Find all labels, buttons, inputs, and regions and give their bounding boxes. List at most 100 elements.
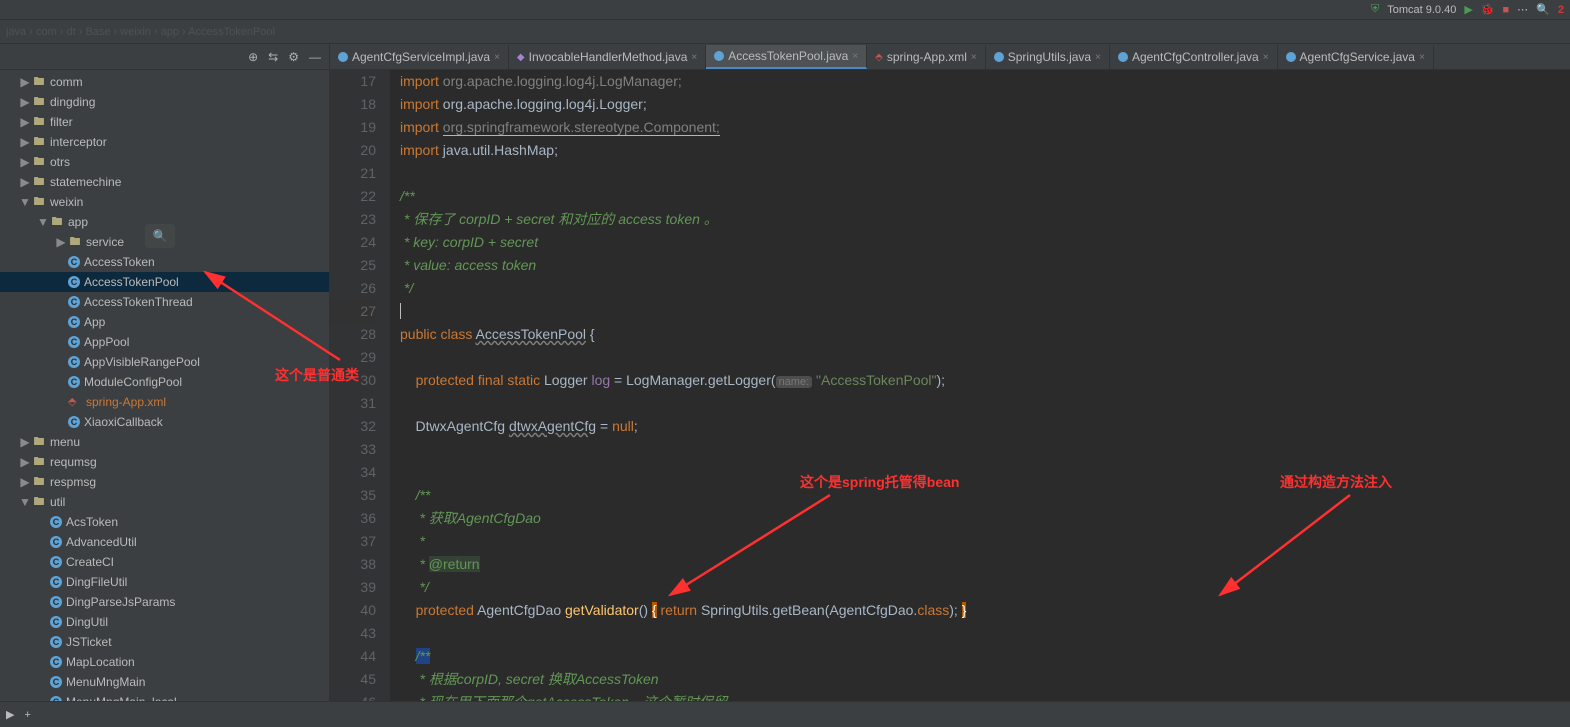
tree-item-filter[interactable]: ▶🖿filter bbox=[0, 112, 329, 132]
tab-agentcfgservice-java[interactable]: AgentCfgService.java× bbox=[1278, 45, 1434, 69]
code-line[interactable] bbox=[400, 346, 1570, 369]
tree-arrow-icon[interactable]: ▶ bbox=[18, 135, 32, 149]
run-icon[interactable]: ▶ bbox=[1464, 3, 1472, 16]
code-line[interactable]: */ bbox=[400, 277, 1570, 300]
tree-item-appvisiblerangepool[interactable]: CAppVisibleRangePool bbox=[0, 352, 329, 372]
tab-spring-app-xml[interactable]: ⬘spring-App.xml× bbox=[867, 45, 986, 69]
tree-item-accesstokenpool[interactable]: CAccessTokenPool bbox=[0, 272, 329, 292]
code-line[interactable] bbox=[400, 622, 1570, 645]
close-icon[interactable]: × bbox=[1095, 52, 1101, 63]
tree-item-menumngmain[interactable]: CMenuMngMain bbox=[0, 672, 329, 692]
tree-item-moduleconfigpool[interactable]: CModuleConfigPool bbox=[0, 372, 329, 392]
tab-accesstokenpool-java[interactable]: AccessTokenPool.java× bbox=[706, 45, 867, 69]
tree-item-util[interactable]: ▼🖿util bbox=[0, 492, 329, 512]
tree-item-comm[interactable]: ▶🖿comm bbox=[0, 72, 329, 92]
code-area[interactable]: import org.apache.logging.log4j.LogManag… bbox=[390, 70, 1570, 701]
code-line[interactable] bbox=[400, 162, 1570, 185]
code-line[interactable]: /** bbox=[400, 645, 1570, 668]
close-icon[interactable]: × bbox=[971, 52, 977, 63]
tab-agentcfgserviceimpl-java[interactable]: AgentCfgServiceImpl.java× bbox=[330, 45, 509, 69]
code-line[interactable]: * bbox=[400, 530, 1570, 553]
tree-item-menu[interactable]: ▶🖿menu bbox=[0, 432, 329, 452]
code-line[interactable] bbox=[400, 392, 1570, 415]
target-icon[interactable]: ⊕ bbox=[248, 50, 258, 64]
gear-icon[interactable]: ⚙ bbox=[288, 50, 299, 64]
tree-arrow-icon[interactable]: ▶ bbox=[54, 235, 68, 249]
code-line[interactable]: * value: access token bbox=[400, 254, 1570, 277]
more-icon[interactable]: ⋯ bbox=[1517, 3, 1528, 16]
tab-agentcfgcontroller-java[interactable]: AgentCfgController.java× bbox=[1110, 45, 1278, 69]
tree-arrow-icon[interactable]: ▶ bbox=[18, 115, 32, 129]
code-line[interactable]: * @return bbox=[400, 553, 1570, 576]
tab-springutils-java[interactable]: SpringUtils.java× bbox=[986, 45, 1110, 69]
tree-item-respmsg[interactable]: ▶🖿respmsg bbox=[0, 472, 329, 492]
tree-item-accesstoken[interactable]: CAccessToken bbox=[0, 252, 329, 272]
tree-item-advancedutil[interactable]: CAdvancedUtil bbox=[0, 532, 329, 552]
code-line[interactable]: DtwxAgentCfg dtwxAgentCfg = null; bbox=[400, 415, 1570, 438]
tree-arrow-icon[interactable]: ▶ bbox=[18, 95, 32, 109]
tree-item-createci[interactable]: CCreateCI bbox=[0, 552, 329, 572]
code-line[interactable]: import org.apache.logging.log4j.Logger; bbox=[400, 93, 1570, 116]
tree-item-dingding[interactable]: ▶🖿dingding bbox=[0, 92, 329, 112]
run-tab-icon[interactable]: ▶ bbox=[6, 708, 14, 721]
collapse-icon[interactable]: ⇆ bbox=[268, 50, 278, 64]
close-icon[interactable]: × bbox=[691, 52, 697, 63]
tree-arrow-icon[interactable]: ▶ bbox=[18, 75, 32, 89]
tree-item-menumngmain-local[interactable]: CMenuMngMain_local bbox=[0, 692, 329, 701]
stop-icon[interactable]: ■ bbox=[1503, 4, 1510, 16]
tree-item-otrs[interactable]: ▶🖿otrs bbox=[0, 152, 329, 172]
code-line[interactable] bbox=[400, 461, 1570, 484]
tree-item-dingutil[interactable]: CDingUtil bbox=[0, 612, 329, 632]
code-editor[interactable]: 1718192021222324252627282930313233343536… bbox=[330, 70, 1570, 701]
search-icon[interactable]: 🔍 bbox=[1536, 3, 1550, 16]
error-count[interactable]: 2 bbox=[1558, 4, 1564, 16]
code-line[interactable]: import org.springframework.stereotype.Co… bbox=[400, 116, 1570, 139]
tree-item-acstoken[interactable]: CAcsToken bbox=[0, 512, 329, 532]
tree-item-weixin[interactable]: ▼🖿weixin bbox=[0, 192, 329, 212]
tab-invocablehandlermethod-java[interactable]: ◆InvocableHandlerMethod.java× bbox=[509, 45, 706, 69]
tree-item-dingfileutil[interactable]: CDingFileUtil bbox=[0, 572, 329, 592]
tree-arrow-icon[interactable]: ▶ bbox=[18, 435, 32, 449]
code-line[interactable]: * 现在用下面那个getAccessToken，这个暂时保留 bbox=[400, 691, 1570, 701]
tree-arrow-icon[interactable]: ▶ bbox=[18, 475, 32, 489]
tree-item-requmsg[interactable]: ▶🖿requmsg bbox=[0, 452, 329, 472]
code-line[interactable]: * 获取AgentCfgDao bbox=[400, 507, 1570, 530]
tree-item-xiaoxicallback[interactable]: CXiaoxiCallback bbox=[0, 412, 329, 432]
tree-arrow-icon[interactable]: ▶ bbox=[18, 175, 32, 189]
tree-item-dingparsejsparams[interactable]: CDingParseJsParams bbox=[0, 592, 329, 612]
tree-item-accesstokenthread[interactable]: CAccessTokenThread bbox=[0, 292, 329, 312]
code-line[interactable]: protected final static Logger log = LogM… bbox=[400, 369, 1570, 392]
close-icon[interactable]: × bbox=[852, 51, 858, 62]
code-line[interactable]: */ bbox=[400, 576, 1570, 599]
tree-item-interceptor[interactable]: ▶🖿interceptor bbox=[0, 132, 329, 152]
tree-arrow-icon[interactable]: ▶ bbox=[18, 155, 32, 169]
close-icon[interactable]: × bbox=[494, 52, 500, 63]
tree-arrow-icon[interactable]: ▼ bbox=[18, 495, 32, 509]
code-line[interactable]: /** bbox=[400, 484, 1570, 507]
code-line[interactable]: * 根据corpID, secret 换取AccessToken bbox=[400, 668, 1570, 691]
tree-arrow-icon[interactable]: ▶ bbox=[18, 455, 32, 469]
code-line[interactable]: * 保存了 corpID + secret 和对应的 access token … bbox=[400, 208, 1570, 231]
code-line[interactable] bbox=[400, 300, 1570, 323]
tree-item-apppool[interactable]: CAppPool bbox=[0, 332, 329, 352]
code-line[interactable]: protected AgentCfgDao getValidator() { r… bbox=[400, 599, 1570, 622]
add-tab-icon[interactable]: + bbox=[24, 709, 30, 721]
tree-arrow-icon[interactable]: ▼ bbox=[18, 195, 32, 209]
code-line[interactable]: * key: corpID + secret bbox=[400, 231, 1570, 254]
tree-item-statemechine[interactable]: ▶🖿statemechine bbox=[0, 172, 329, 192]
code-line[interactable]: import java.util.HashMap; bbox=[400, 139, 1570, 162]
tree-item-app[interactable]: CApp bbox=[0, 312, 329, 332]
run-config-label[interactable]: Tomcat 9.0.40 bbox=[1387, 4, 1456, 16]
hide-icon[interactable]: — bbox=[309, 50, 321, 64]
debug-icon[interactable]: 🐞 bbox=[1481, 3, 1495, 16]
tree-item-maplocation[interactable]: CMapLocation bbox=[0, 652, 329, 672]
editor-tabs[interactable]: AgentCfgServiceImpl.java×◆InvocableHandl… bbox=[330, 44, 1570, 70]
tree-item-spring-app-xml[interactable]: ⬘spring-App.xml bbox=[0, 392, 329, 412]
close-icon[interactable]: × bbox=[1263, 52, 1269, 63]
code-line[interactable]: public class AccessTokenPool { bbox=[400, 323, 1570, 346]
code-line[interactable]: /** bbox=[400, 185, 1570, 208]
project-sidebar[interactable]: ⊕ ⇆ ⚙ — ▶🖿comm▶🖿dingding▶🖿filter▶🖿interc… bbox=[0, 44, 330, 701]
tree-item-jsticket[interactable]: CJSTicket bbox=[0, 632, 329, 652]
tree-arrow-icon[interactable]: ▼ bbox=[36, 215, 50, 229]
code-line[interactable] bbox=[400, 438, 1570, 461]
